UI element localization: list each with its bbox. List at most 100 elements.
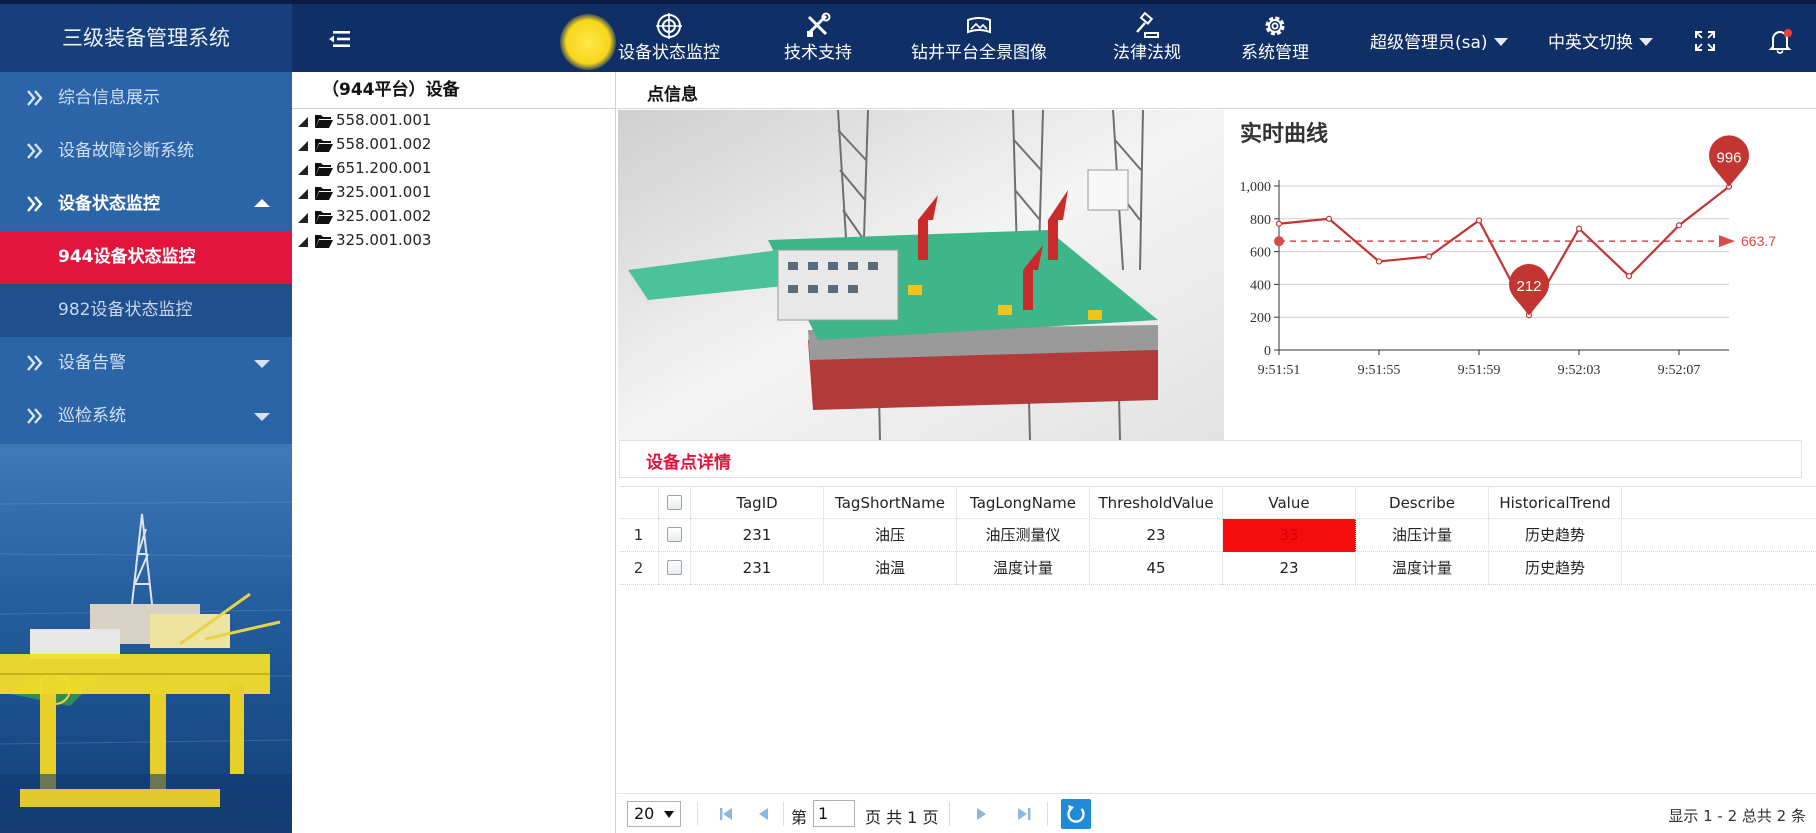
sidebar-item-label: 982设备状态监控 xyxy=(58,300,193,320)
column-header[interactable]: HistoricalTrend xyxy=(1489,487,1622,520)
tree-node[interactable]: 325.001.002 xyxy=(292,205,592,229)
details-header: 设备点详情 xyxy=(619,440,1802,478)
y-tick-label: 0 xyxy=(1264,344,1271,359)
y-tick-label: 400 xyxy=(1250,278,1271,293)
tag-long-name-cell: 油压测量仪 xyxy=(957,519,1090,552)
fullscreen-icon[interactable] xyxy=(1694,30,1716,52)
column-header[interactable]: Value xyxy=(1223,487,1356,520)
next-page-icon[interactable] xyxy=(972,805,990,823)
tag-id-cell: 231 xyxy=(691,519,824,552)
table-header-row: TagID TagShortName TagLongName Threshold… xyxy=(619,486,1816,520)
sidebar-item-inspection[interactable]: 巡检系统 xyxy=(0,390,292,443)
table-row[interactable]: 1 231 油压 油压测量仪 23 33 油压计量 历史趋势 xyxy=(619,519,1816,552)
value-cell: 23 xyxy=(1223,552,1356,585)
user-name: 超级管理员(sa) xyxy=(1370,33,1488,53)
device-point-table: TagID TagShortName TagLongName Threshold… xyxy=(619,486,1816,585)
sidebar-item-device-monitor[interactable]: 设备状态监控 xyxy=(0,178,292,231)
sun-decoration xyxy=(560,14,616,70)
tree-node-label: 325.001.003 xyxy=(336,231,432,249)
page-size-select[interactable]: 20 xyxy=(627,801,681,827)
data-point[interactable] xyxy=(1325,215,1333,222)
double-chevron-right-icon xyxy=(27,90,43,106)
tools-icon xyxy=(807,12,831,37)
folder-open-icon xyxy=(315,163,333,176)
column-header[interactable]: TagShortName xyxy=(824,487,957,520)
row-checkbox[interactable] xyxy=(667,559,682,575)
column-header[interactable]: Describe xyxy=(1356,487,1489,520)
sidebar-item-982-monitor[interactable]: 982设备状态监控 xyxy=(0,284,292,337)
nav-label: 钻井平台全景图像 xyxy=(911,43,1047,63)
expand-triangle-icon[interactable] xyxy=(298,237,308,247)
historical-trend-link[interactable]: 历史趋势 xyxy=(1489,519,1622,552)
tree-node[interactable]: 325.001.001 xyxy=(292,181,592,205)
sidebar-item-alarms[interactable]: 设备告警 xyxy=(0,337,292,390)
nav-label: 法律法规 xyxy=(1113,43,1181,63)
nav-label: 系统管理 xyxy=(1241,43,1309,63)
last-page-icon[interactable] xyxy=(1015,805,1033,823)
realtime-line-chart: 0 200 400 600 800 1,000 9:51:51 9:51:55 9:51:59 9… xyxy=(1240,135,1776,378)
nav-laws[interactable]: 法律法规 xyxy=(1113,12,1181,70)
expand-triangle-icon[interactable] xyxy=(298,213,308,223)
bell-icon[interactable] xyxy=(1768,28,1792,54)
data-point[interactable] xyxy=(1675,222,1683,229)
tag-id-cell: 231 xyxy=(691,552,824,585)
data-point[interactable] xyxy=(1275,220,1283,227)
page-number-input[interactable]: 1 xyxy=(813,800,855,827)
sidebar-item-fault-diagnosis[interactable]: 设备故障诊断系统 xyxy=(0,125,292,178)
page-prefix: 第 xyxy=(791,808,808,827)
chevron-down-icon xyxy=(254,360,270,368)
data-point[interactable] xyxy=(1625,273,1633,280)
tree-node[interactable]: 325.001.003 xyxy=(292,229,592,253)
first-page-icon[interactable] xyxy=(717,805,735,823)
expand-triangle-icon[interactable] xyxy=(298,141,308,151)
tree-node-label: 325.001.002 xyxy=(336,207,432,225)
language-switch[interactable]: 中英文切换 xyxy=(1548,28,1653,53)
expand-triangle-icon[interactable] xyxy=(298,165,308,175)
column-header[interactable]: TagID xyxy=(691,487,824,520)
expand-triangle-icon[interactable] xyxy=(298,117,308,127)
x-tick-label: 9:51:59 xyxy=(1458,363,1501,378)
data-point[interactable] xyxy=(1475,217,1483,224)
row-number: 2 xyxy=(619,552,659,585)
sidebar-item-overview[interactable]: 综合信息展示 xyxy=(0,72,292,125)
tag-short-name-cell: 油压 xyxy=(824,519,957,552)
data-point[interactable] xyxy=(1425,253,1433,260)
tree-node[interactable]: 558.001.002 xyxy=(292,133,592,157)
menu-collapse-icon[interactable] xyxy=(328,28,352,50)
y-tick-label: 600 xyxy=(1250,246,1271,261)
nav-panorama[interactable]: 钻井平台全景图像 xyxy=(911,12,1047,70)
table-row[interactable]: 2 231 油温 温度计量 45 23 温度计量 历史趋势 xyxy=(619,552,1816,585)
sidebar-item-label: 设备告警 xyxy=(58,353,126,373)
gear-icon xyxy=(1265,16,1285,36)
column-header[interactable]: TagLongName xyxy=(957,487,1090,520)
column-header[interactable]: ThresholdValue xyxy=(1090,487,1223,520)
tree-node[interactable]: 558.001.001 xyxy=(292,109,592,133)
refresh-button[interactable] xyxy=(1061,799,1091,829)
nav-tech-support[interactable]: 技术支持 xyxy=(784,12,852,70)
chevron-down-icon xyxy=(1639,38,1653,46)
data-point[interactable] xyxy=(1375,258,1383,265)
tree-node[interactable]: 651.200.001 xyxy=(292,157,592,181)
tag-short-name-cell: 油温 xyxy=(824,552,957,585)
row-number: 1 xyxy=(619,519,659,552)
min-markpoint-label: 212 xyxy=(1516,278,1541,295)
markline-arrow xyxy=(1719,235,1735,248)
folder-open-icon xyxy=(315,115,333,128)
historical-trend-link[interactable]: 历史趋势 xyxy=(1489,552,1622,585)
sidebar-item-label: 944设备状态监控 xyxy=(58,247,196,267)
nav-system[interactable]: 系统管理 xyxy=(1241,12,1309,70)
folder-open-icon xyxy=(315,187,333,200)
page-summary: 显示 1 - 2 总共 2 条 xyxy=(1668,807,1806,825)
row-checkbox[interactable] xyxy=(667,526,682,542)
expand-triangle-icon[interactable] xyxy=(298,189,308,199)
tree-title: （944平台）设备 xyxy=(292,72,615,109)
select-all-checkbox[interactable] xyxy=(667,494,682,510)
tree-node-label: 651.200.001 xyxy=(336,159,432,177)
tree-node-label: 558.001.001 xyxy=(336,111,432,129)
data-point[interactable] xyxy=(1575,225,1583,232)
user-menu[interactable]: 超级管理员(sa) xyxy=(1370,28,1508,53)
pager-divider xyxy=(697,802,698,826)
prev-page-icon[interactable] xyxy=(755,805,773,823)
nav-device-monitor[interactable]: 设备状态监控 xyxy=(618,12,720,70)
sidebar-item-944-monitor[interactable]: 944设备状态监控 xyxy=(0,231,292,284)
